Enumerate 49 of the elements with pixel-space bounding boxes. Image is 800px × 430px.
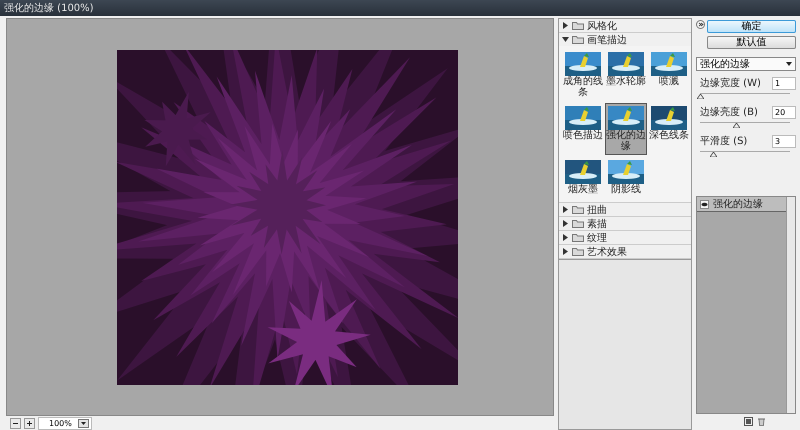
new-layer-icon[interactable] (744, 417, 753, 426)
slider-track[interactable] (700, 122, 790, 129)
folder-icon (572, 233, 584, 242)
zoom-out-icon[interactable] (10, 418, 21, 428)
filter-thumbnail[interactable]: 墨水轮廓 (605, 49, 647, 101)
collapse-icon[interactable] (696, 20, 705, 29)
collapse-triangle-icon[interactable] (562, 36, 569, 43)
filter-dropdown[interactable]: 强化的边缘 (696, 57, 796, 71)
scrollbar[interactable] (786, 197, 795, 413)
filter-category[interactable]: 纹理 (559, 231, 691, 245)
filter-thumbnail[interactable]: 成角的线条 (562, 49, 604, 101)
filter-thumbnail[interactable]: 深色线条 (648, 103, 690, 155)
parameter-label: 边缘亮度 (B) (700, 106, 758, 119)
filter-thumbnail[interactable]: 喷色描边 (562, 103, 604, 155)
value-field[interactable]: 20 (772, 106, 796, 118)
filter-thumbnail[interactable]: 强化的边缘 (605, 103, 647, 155)
folder-icon (572, 21, 584, 30)
folder-icon (572, 205, 584, 214)
folder-icon (572, 247, 584, 256)
filter-thumbnail[interactable]: 喷溅 (648, 49, 690, 101)
eye-icon[interactable] (700, 200, 709, 208)
window-title: 强化的边缘 (100%) (4, 2, 94, 15)
zoom-in-icon[interactable] (24, 418, 35, 428)
slider-thumb[interactable] (710, 152, 717, 157)
dropdown-arrow-icon[interactable] (786, 62, 792, 66)
folder-icon (572, 35, 584, 44)
filter-category[interactable]: 素描 (559, 217, 691, 231)
filter-category[interactable]: 风格化 (559, 19, 691, 33)
trash-icon[interactable] (757, 417, 766, 426)
value-field[interactable]: 3 (772, 134, 796, 148)
effect-layer[interactable]: 强化的边缘 (697, 197, 786, 212)
caret-icon[interactable] (78, 418, 89, 428)
parameter-label: 边缘宽度 (W) (700, 76, 761, 90)
slider-thumb[interactable] (697, 94, 704, 99)
parameter-label: 平滑度 (S) (700, 134, 748, 148)
slider-thumb[interactable] (733, 123, 740, 128)
folder-icon (572, 219, 584, 228)
value-field[interactable]: 1 (772, 76, 796, 90)
ok-button[interactable]: 确定 (707, 20, 796, 33)
filter-thumbnail[interactable]: 烟灰墨 (562, 157, 604, 198)
filter-category[interactable]: 画笔描边 (559, 33, 691, 46)
default-button[interactable]: 默认值 (707, 36, 796, 49)
filter-category[interactable]: 扭曲 (559, 203, 691, 217)
filter-thumbnail[interactable]: 阴影线 (605, 157, 647, 198)
zoom-field[interactable]: 100% (38, 416, 92, 430)
expand-triangle-icon[interactable] (562, 22, 569, 29)
filter-category[interactable]: 艺术效果 (559, 245, 691, 259)
slider-track[interactable] (700, 151, 790, 158)
slider-track[interactable] (700, 93, 790, 100)
